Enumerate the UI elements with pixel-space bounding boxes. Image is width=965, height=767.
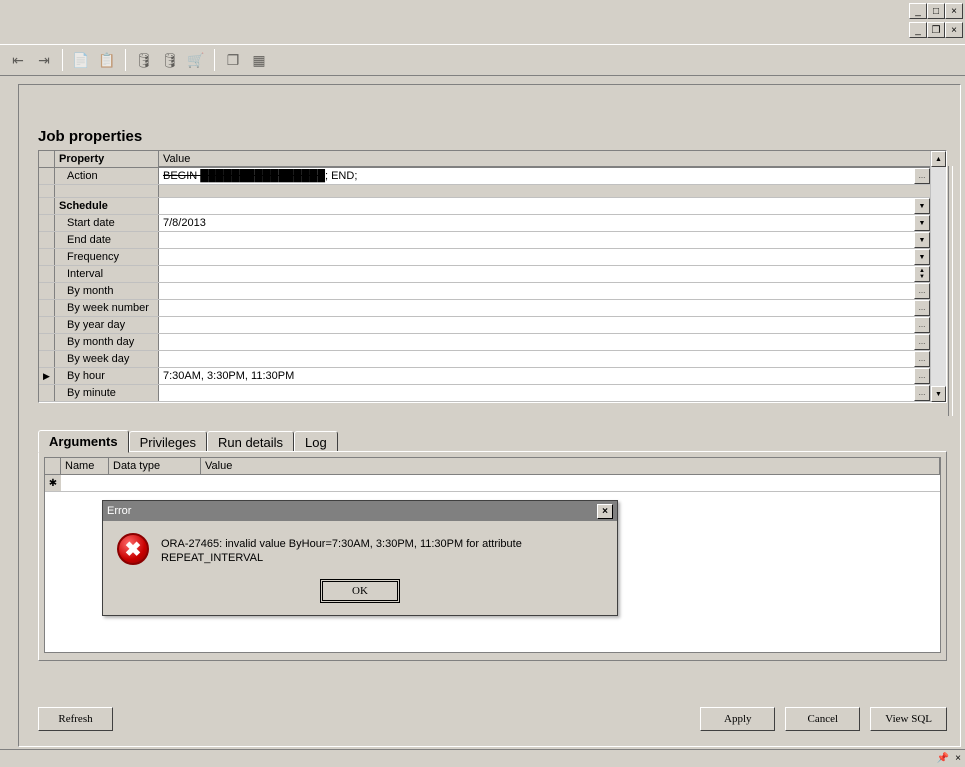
dropdown-button[interactable]: ▼ — [914, 232, 930, 248]
dialog-message: ORA-27465: invalid value ByHour=7:30AM, … — [161, 533, 603, 565]
error-dialog: Error × ✖ ORA-27465: invalid value ByHou… — [102, 500, 618, 616]
dropdown-button[interactable]: ▼ — [914, 198, 930, 214]
arguments-header: Name Data type Value — [45, 458, 940, 475]
row-schedule-header: Schedule ▼ — [39, 198, 930, 215]
col-data-type: Data type — [109, 458, 201, 474]
prop-label: Action — [55, 168, 159, 184]
restore-button[interactable]: ❐ — [927, 22, 945, 38]
job-properties-table: ▲ ▼ Property Value Action BEGIN ████████… — [38, 150, 947, 403]
status-bar: 📌 × — [0, 749, 965, 767]
row-by-month-day: By month day … — [39, 334, 930, 351]
minimize-button[interactable]: _ — [909, 22, 927, 38]
ellipsis-button[interactable]: … — [914, 317, 930, 333]
close-button[interactable]: × — [945, 3, 963, 19]
toolbar-icon[interactable]: ❐ — [221, 48, 245, 72]
prop-value[interactable]: BEGIN ████████████████; END; … — [159, 168, 930, 184]
dropdown-button[interactable]: ▼ — [914, 215, 930, 231]
row-start-date: Start date 7/8/2013▼ — [39, 215, 930, 232]
ellipsis-button[interactable]: … — [914, 283, 930, 299]
new-row-marker: ✱ — [45, 475, 61, 491]
toolbar-icon[interactable]: ▦ — [247, 48, 271, 72]
close-button[interactable]: × — [945, 22, 963, 38]
arguments-new-row[interactable]: ✱ — [45, 475, 940, 492]
ellipsis-button[interactable]: … — [914, 368, 930, 384]
ellipsis-button[interactable]: … — [914, 334, 930, 350]
row-end-date: End date ▼ — [39, 232, 930, 249]
toolbar-icon[interactable]: 🛒 — [184, 48, 208, 72]
toolbar-icon[interactable]: ⇤ — [6, 48, 30, 72]
schedule-header: Schedule — [55, 198, 159, 214]
dialog-title: Error — [107, 505, 131, 517]
row-by-month: By month … — [39, 283, 930, 300]
dialog-ok-button[interactable]: OK — [320, 579, 400, 603]
maximize-button[interactable]: □ — [927, 3, 945, 19]
section-title: Job properties — [38, 128, 142, 145]
current-row-marker: ▶ — [39, 368, 55, 384]
toolbar-icon[interactable]: 📋 — [95, 48, 119, 72]
dropdown-button[interactable]: ▼ — [914, 249, 930, 265]
tab-privileges[interactable]: Privileges — [129, 431, 207, 453]
toolbar-icon[interactable]: 🛢 — [158, 48, 182, 72]
scroll-down-button[interactable]: ▼ — [931, 386, 946, 402]
ellipsis-button[interactable]: … — [914, 351, 930, 367]
toolbar: ⇤ ⇥ 📄 📋 🛢 🛢 🛒 ❐ ▦ — [0, 44, 965, 76]
row-action: Action BEGIN ████████████████; END; … — [39, 168, 930, 185]
minimize-button[interactable]: _ — [909, 3, 927, 19]
spinner-button[interactable]: ▲▼ — [914, 266, 930, 282]
apply-button[interactable]: Apply — [700, 707, 775, 731]
ellipsis-button[interactable]: … — [914, 168, 930, 184]
close-icon[interactable]: × — [955, 753, 961, 764]
tab-log[interactable]: Log — [294, 431, 338, 453]
row-frequency: Frequency ▼ — [39, 249, 930, 266]
ellipsis-button[interactable]: … — [914, 300, 930, 316]
row-by-year-day: By year day … — [39, 317, 930, 334]
table-header-row: Property Value — [39, 151, 930, 168]
scroll-up-button[interactable]: ▲ — [931, 151, 946, 167]
error-icon: ✖ — [117, 533, 149, 565]
col-value: Value — [159, 151, 930, 167]
row-by-week-number: By week number … — [39, 300, 930, 317]
row-by-week-day: By week day … — [39, 351, 930, 368]
outer-window-controls: _ □ × — [909, 3, 963, 19]
col-name: Name — [61, 458, 109, 474]
tab-run-details[interactable]: Run details — [207, 431, 294, 453]
tab-strip: Arguments Privileges Run details Log — [38, 428, 947, 452]
col-property: Property — [55, 151, 159, 167]
row-by-minute: By minute … — [39, 385, 930, 402]
ellipsis-button[interactable]: … — [914, 385, 930, 401]
row-interval: Interval ▲▼ — [39, 266, 930, 283]
refresh-button[interactable]: Refresh — [38, 707, 113, 731]
scrollbar[interactable]: ▲ ▼ — [930, 151, 946, 402]
tab-arguments[interactable]: Arguments — [38, 430, 129, 453]
vertical-resize-handle[interactable] — [948, 166, 953, 416]
dialog-titlebar[interactable]: Error × — [103, 501, 617, 521]
row-by-hour: ▶ By hour 7:30AM, 3:30PM, 11:30PM… — [39, 368, 930, 385]
col-value: Value — [201, 458, 940, 474]
view-sql-button[interactable]: View SQL — [870, 707, 947, 731]
dialog-close-button[interactable]: × — [597, 504, 613, 519]
toolbar-icon[interactable]: 📄 — [69, 48, 93, 72]
inner-window-controls: _ ❐ × — [909, 22, 963, 38]
pin-icon[interactable]: 📌 — [937, 753, 949, 764]
button-bar: Refresh Apply Cancel View SQL — [38, 707, 947, 731]
toolbar-icon[interactable]: ⇥ — [32, 48, 56, 72]
toolbar-icon[interactable]: 🛢 — [132, 48, 156, 72]
cancel-button[interactable]: Cancel — [785, 707, 860, 731]
